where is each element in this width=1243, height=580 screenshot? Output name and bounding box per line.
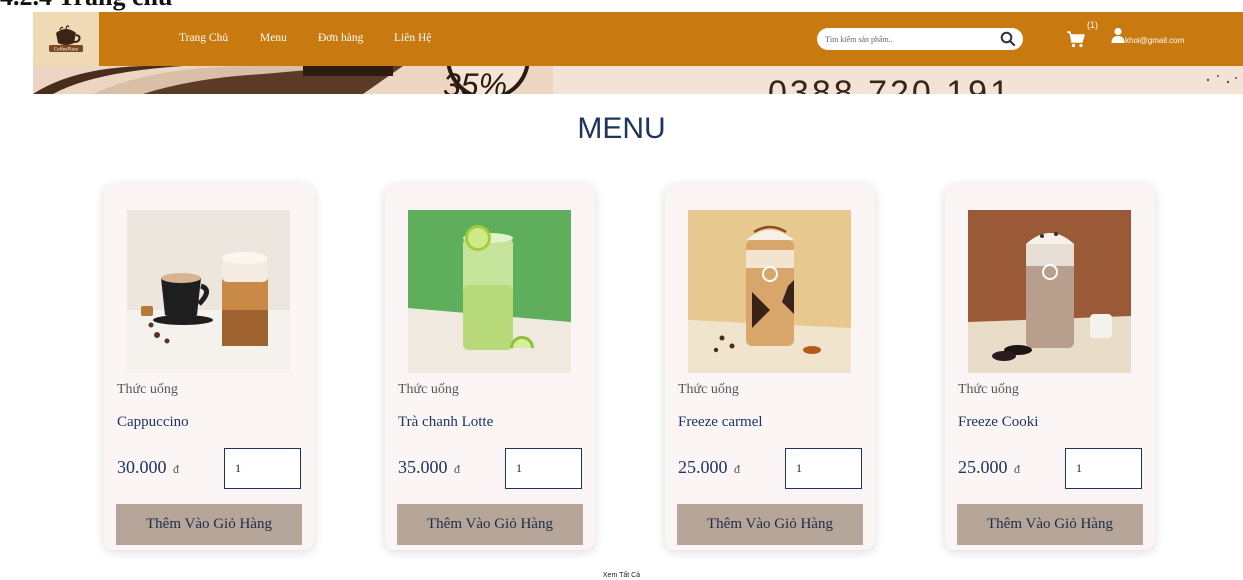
quantity-input[interactable] — [785, 448, 862, 489]
menu-section-title: MENU — [577, 112, 666, 145]
product-price: 25.000 đ — [678, 457, 740, 478]
product-category: Thức uống — [117, 382, 178, 397]
price-currency: đ — [1014, 462, 1020, 476]
product-card: Thức uống Trà chanh Lotte 35.000 đ Thêm … — [385, 184, 595, 550]
product-card: Thức uống Freeze carmel 25.000 đ Thêm Và… — [665, 184, 875, 550]
add-to-cart-button[interactable]: Thêm Vào Giỏ Hàng — [957, 504, 1143, 545]
product-category: Thức uống — [678, 382, 739, 397]
product-image-lemon-tea[interactable] — [408, 210, 571, 373]
shopping-cart-icon[interactable] — [1066, 30, 1086, 48]
price-currency: đ — [173, 462, 179, 476]
user-icon[interactable] — [1111, 27, 1125, 43]
search-bar — [817, 28, 1023, 50]
add-to-cart-button[interactable]: Thêm Vào Giỏ Hàng — [397, 504, 583, 545]
search-input[interactable] — [825, 32, 985, 46]
product-name[interactable]: Freeze Cooki — [958, 414, 1038, 431]
svg-text:35%: 35% — [443, 67, 507, 94]
price-currency: đ — [734, 462, 740, 476]
product-price: 35.000 đ — [398, 457, 460, 478]
product-name[interactable]: Trà chanh Lotte — [398, 414, 493, 431]
quantity-input[interactable] — [1065, 448, 1142, 489]
product-image-cappuccino[interactable] — [127, 210, 290, 373]
product-image-freeze-caramel[interactable] — [688, 210, 851, 373]
product-category: Thức uống — [958, 382, 1019, 397]
price-value: 25.000 — [958, 457, 1008, 477]
logo-text: CoffeePlace — [54, 48, 79, 53]
product-card: Thức uống Freeze Cooki 25.000 đ Thêm Vào… — [945, 184, 1155, 550]
price-value: 30.000 — [117, 457, 167, 477]
product-category: Thức uống — [398, 382, 459, 397]
quantity-input[interactable] — [505, 448, 582, 489]
product-name[interactable]: Cappuccino — [117, 414, 189, 431]
search-icon[interactable] — [999, 30, 1017, 48]
add-to-cart-button[interactable]: Thêm Vào Giỏ Hàng — [116, 504, 302, 545]
promo-banner: 35% 0388 720 191 — [33, 66, 1243, 94]
nav-link-home[interactable]: Trang Chủ — [179, 32, 228, 44]
nav-link-orders[interactable]: Đơn hàng — [318, 32, 363, 44]
product-image-freeze-cookie[interactable] — [968, 210, 1131, 373]
document-heading: 4.2.4 Trang chủ — [0, 0, 172, 10]
brand-logo[interactable]: CoffeePlace — [33, 12, 99, 66]
quantity-input[interactable] — [224, 448, 301, 489]
view-all-link[interactable]: Xem Tất Cả — [0, 572, 1243, 579]
price-value: 25.000 — [678, 457, 728, 477]
price-value: 35.000 — [398, 457, 448, 477]
user-email-link[interactable]: khoi@gmail.com — [1125, 36, 1184, 45]
banner-phone-number: 0388 720 191 — [768, 74, 1012, 94]
product-price: 25.000 đ — [958, 457, 1020, 478]
coffee-cup-logo-icon: CoffeePlace — [49, 25, 83, 53]
price-currency: đ — [454, 462, 460, 476]
product-name[interactable]: Freeze carmel — [678, 414, 763, 431]
product-price: 30.000 đ — [117, 457, 179, 478]
cart-count-badge: (1) — [1087, 20, 1098, 30]
add-to-cart-button[interactable]: Thêm Vào Giỏ Hàng — [677, 504, 863, 545]
nav-link-menu[interactable]: Menu — [260, 32, 287, 44]
top-navbar: CoffeePlace Trang Chủ Menu Đơn hàng Liên… — [33, 12, 1243, 66]
banner-artwork: 35% — [33, 66, 1243, 94]
nav-link-contact[interactable]: Liên Hệ — [394, 32, 431, 44]
product-card: Thức uống Cappuccino 30.000 đ Thêm Vào G… — [104, 184, 314, 550]
